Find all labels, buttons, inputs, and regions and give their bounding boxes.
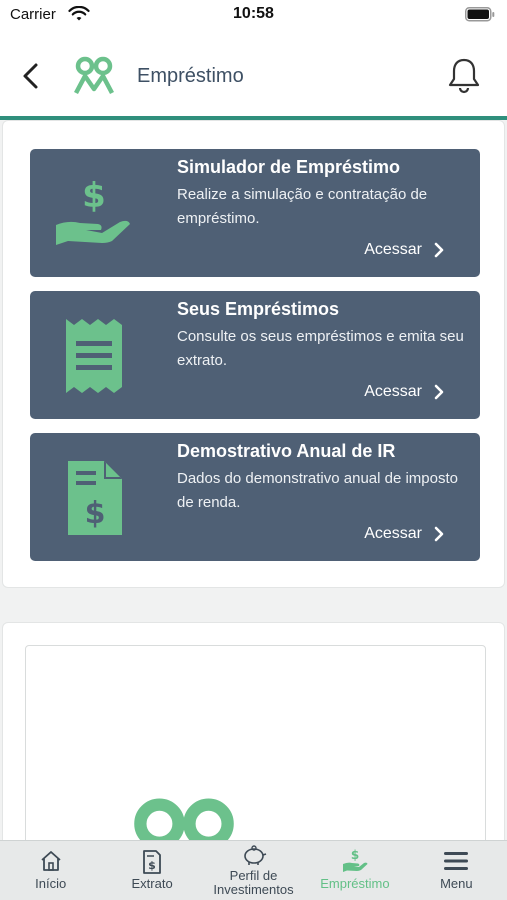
card-loan-simulator[interactable]: $ Simulador de Empréstimo Realize a simu…: [30, 149, 480, 277]
card-title: Simulador de Empréstimo: [177, 157, 401, 177]
hand-dollar-icon: $: [342, 847, 368, 878]
tab-label: Menu: [440, 876, 473, 891]
tab-label: Início: [35, 876, 67, 891]
card-description: Consulte os seus empréstimos e emita seu…: [177, 328, 464, 369]
tab-menu[interactable]: Menu: [406, 841, 507, 900]
back-button[interactable]: [18, 60, 46, 92]
hamburger-icon: [444, 851, 469, 876]
svg-text:$: $: [85, 496, 106, 531]
app-header: Empréstimo: [0, 34, 507, 120]
home-icon: [39, 850, 63, 877]
card-title: Seus Empréstimos: [177, 299, 340, 319]
brand-logo-icon: [72, 56, 116, 101]
card-your-loans[interactable]: Seus Empréstimos Consulte os seus emprés…: [30, 291, 480, 419]
card-annual-ir[interactable]: $ Demostrativo Anual de IR Dados do demo…: [30, 433, 480, 561]
access-link[interactable]: Acessar: [364, 383, 444, 401]
svg-text:$: $: [82, 177, 106, 216]
tab-inicio[interactable]: Início: [0, 841, 101, 900]
access-label: Acessar: [364, 383, 422, 400]
receipt-icon: [64, 317, 124, 400]
tab-label: Empréstimo: [320, 876, 390, 891]
svg-text:$: $: [148, 859, 156, 872]
card-description: Dados do demonstrativo anual de imposto …: [177, 470, 459, 511]
piggy-bank-icon: [241, 844, 267, 871]
loan-options-panel: $ Simulador de Empréstimo Realize a simu…: [2, 120, 505, 588]
chevron-right-icon: [434, 384, 444, 400]
hand-dollar-icon: $: [54, 176, 134, 254]
document-dollar-icon: $: [66, 459, 124, 542]
clock: 10:58: [233, 5, 274, 22]
chevron-right-icon: [434, 526, 444, 542]
access-label: Acessar: [364, 241, 422, 258]
card-title: Demostrativo Anual de IR: [177, 441, 396, 461]
tab-perfil-investimentos[interactable]: Perfil de Investimentos: [203, 841, 304, 900]
svg-text:$: $: [351, 848, 359, 862]
tab-emprestimo[interactable]: $ Empréstimo: [304, 841, 405, 900]
access-link[interactable]: Acessar: [364, 525, 444, 543]
tab-label: Perfil de Investimentos: [213, 868, 294, 897]
chevron-right-icon: [434, 242, 444, 258]
battery-icon: [465, 7, 495, 27]
bell-icon[interactable]: [447, 56, 481, 99]
bottom-tab-bar: Início $ Extrato Perfil de Investimentos…: [0, 840, 507, 900]
access-label: Acessar: [364, 525, 422, 542]
tab-label: Extrato: [131, 876, 173, 891]
status-bar: Carrier 10:58: [0, 0, 507, 34]
card-description: Realize a simulação e contratação de emp…: [177, 186, 428, 227]
page-title: Empréstimo: [137, 65, 244, 87]
tab-extrato[interactable]: $ Extrato: [101, 841, 202, 900]
access-link[interactable]: Acessar: [364, 241, 444, 259]
